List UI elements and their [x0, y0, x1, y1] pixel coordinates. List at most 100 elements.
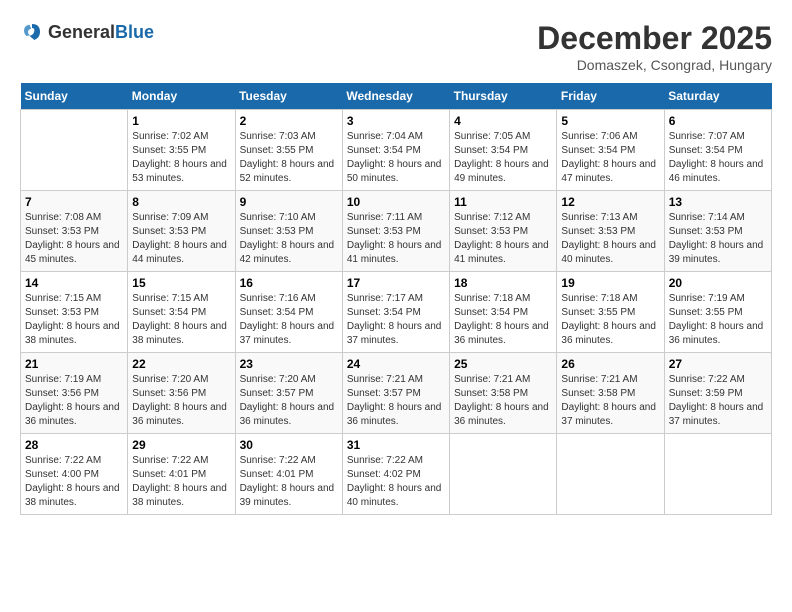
day-info: Sunrise: 7:21 AMSunset: 3:58 PMDaylight:…: [454, 373, 552, 429]
header-thursday: Thursday: [450, 83, 557, 110]
week-row-4: 21 Sunrise: 7:19 AMSunset: 3:56 PMDayligh…: [21, 353, 772, 434]
day-info: Sunrise: 7:20 AMSunset: 3:56 PMDaylight:…: [132, 373, 230, 429]
calendar-cell: 31Sunrise: 7:22 AMSunset: 4:02 PMDayligh…: [342, 434, 449, 515]
calendar-cell: 25 Sunrise: 7:21 AMSunset: 3:58 PMDayligh…: [450, 353, 557, 434]
calendar-cell: 2Sunrise: 7:03 AMSunset: 3:55 PMDaylight…: [235, 110, 342, 191]
calendar-header-row: SundayMondayTuesdayWednesdayThursdayFrid…: [21, 83, 772, 110]
day-info: Sunrise: 7:10 AMSunset: 3:53 PMDaylight:…: [240, 211, 338, 267]
calendar-cell: 12Sunrise: 7:13 AMSunset: 3:53 PMDayligh…: [557, 191, 664, 272]
location: Domaszek, Csongrad, Hungary: [537, 57, 772, 73]
day-number: 6: [669, 114, 767, 128]
calendar-cell: 13Sunrise: 7:14 AMSunset: 3:53 PMDayligh…: [664, 191, 771, 272]
header-sunday: Sunday: [21, 83, 128, 110]
calendar-cell: 24 Sunrise: 7:21 AMSunset: 3:57 PMDayligh…: [342, 353, 449, 434]
header-wednesday: Wednesday: [342, 83, 449, 110]
day-number: 28: [25, 438, 123, 452]
calendar-cell: 26 Sunrise: 7:21 AMSunset: 3:58 PMDayligh…: [557, 353, 664, 434]
calendar-cell: 3 Sunrise: 7:04 AMSunset: 3:54 PMDaylight…: [342, 110, 449, 191]
calendar-cell: [21, 110, 128, 191]
calendar-table: SundayMondayTuesdayWednesdayThursdayFrid…: [20, 83, 772, 515]
day-info: Sunrise: 7:22 AMSunset: 3:59 PMDaylight:…: [669, 373, 767, 429]
day-number: 4: [454, 114, 552, 128]
day-number: 1: [132, 114, 230, 128]
header-tuesday: Tuesday: [235, 83, 342, 110]
day-info: Sunrise: 7:16 AMSunset: 3:54 PMDaylight:…: [240, 292, 338, 348]
day-number: 20: [669, 276, 767, 290]
calendar-cell: 7 Sunrise: 7:08 AMSunset: 3:53 PMDaylight…: [21, 191, 128, 272]
day-number: 7: [25, 195, 123, 209]
calendar-cell: 4 Sunrise: 7:05 AMSunset: 3:54 PMDaylight…: [450, 110, 557, 191]
logo: GeneralBlue: [20, 20, 154, 44]
day-number: 9: [240, 195, 338, 209]
day-number: 23: [240, 357, 338, 371]
day-info: Sunrise: 7:22 AMSunset: 4:01 PMDaylight:…: [240, 454, 338, 510]
calendar-cell: 18 Sunrise: 7:18 AMSunset: 3:54 PMDayligh…: [450, 272, 557, 353]
day-number: 2: [240, 114, 338, 128]
page-header: GeneralBlue December 2025 Domaszek, Cson…: [20, 20, 772, 73]
day-info: Sunrise: 7:11 AMSunset: 3:53 PMDaylight:…: [347, 211, 445, 267]
day-number: 22: [132, 357, 230, 371]
logo-text: GeneralBlue: [48, 22, 154, 43]
day-info: Sunrise: 7:19 AMSunset: 3:55 PMDaylight:…: [669, 292, 767, 348]
title-section: December 2025 Domaszek, Csongrad, Hungar…: [537, 20, 772, 73]
calendar-cell: 23 Sunrise: 7:20 AMSunset: 3:57 PMDayligh…: [235, 353, 342, 434]
day-number: 29: [132, 438, 230, 452]
day-info: Sunrise: 7:18 AMSunset: 3:54 PMDaylight:…: [454, 292, 552, 348]
day-info: Sunrise: 7:21 AMSunset: 3:57 PMDaylight:…: [347, 373, 445, 429]
calendar-cell: 19 Sunrise: 7:18 AMSunset: 3:55 PMDayligh…: [557, 272, 664, 353]
calendar-cell: 22 Sunrise: 7:20 AMSunset: 3:56 PMDayligh…: [128, 353, 235, 434]
day-info: Sunrise: 7:19 AMSunset: 3:56 PMDaylight:…: [25, 373, 123, 429]
day-info: Sunrise: 7:15 AMSunset: 3:54 PMDaylight:…: [132, 292, 230, 348]
day-info: Sunrise: 7:14 AMSunset: 3:53 PMDaylight:…: [669, 211, 767, 267]
week-row-2: 7 Sunrise: 7:08 AMSunset: 3:53 PMDaylight…: [21, 191, 772, 272]
day-info: Sunrise: 7:13 AMSunset: 3:53 PMDaylight:…: [561, 211, 659, 267]
logo-icon: [20, 20, 44, 44]
day-info: Sunrise: 7:07 AMSunset: 3:54 PMDaylight:…: [669, 130, 767, 186]
day-info: Sunrise: 7:17 AMSunset: 3:54 PMDaylight:…: [347, 292, 445, 348]
day-info: Sunrise: 7:06 AMSunset: 3:54 PMDaylight:…: [561, 130, 659, 186]
day-info: Sunrise: 7:22 AMSunset: 4:00 PMDaylight:…: [25, 454, 123, 510]
day-info: Sunrise: 7:20 AMSunset: 3:57 PMDaylight:…: [240, 373, 338, 429]
day-info: Sunrise: 7:04 AMSunset: 3:54 PMDaylight:…: [347, 130, 445, 186]
day-number: 24: [347, 357, 445, 371]
calendar-cell: 11Sunrise: 7:12 AMSunset: 3:53 PMDayligh…: [450, 191, 557, 272]
day-number: 11: [454, 195, 552, 209]
calendar-cell: 30 Sunrise: 7:22 AMSunset: 4:01 PMDayligh…: [235, 434, 342, 515]
day-number: 8: [132, 195, 230, 209]
day-info: Sunrise: 7:08 AMSunset: 3:53 PMDaylight:…: [25, 211, 123, 267]
day-number: 30: [240, 438, 338, 452]
day-info: Sunrise: 7:18 AMSunset: 3:55 PMDaylight:…: [561, 292, 659, 348]
day-number: 15: [132, 276, 230, 290]
calendar-cell: 8 Sunrise: 7:09 AMSunset: 3:53 PMDaylight…: [128, 191, 235, 272]
calendar-cell: [664, 434, 771, 515]
calendar-cell: 29Sunrise: 7:22 AMSunset: 4:01 PMDayligh…: [128, 434, 235, 515]
calendar-cell: 15 Sunrise: 7:15 AMSunset: 3:54 PMDayligh…: [128, 272, 235, 353]
day-number: 14: [25, 276, 123, 290]
day-number: 18: [454, 276, 552, 290]
day-number: 5: [561, 114, 659, 128]
day-number: 10: [347, 195, 445, 209]
day-info: Sunrise: 7:02 AMSunset: 3:55 PMDaylight:…: [132, 130, 230, 186]
day-number: 26: [561, 357, 659, 371]
day-number: 31: [347, 438, 445, 452]
day-info: Sunrise: 7:05 AMSunset: 3:54 PMDaylight:…: [454, 130, 552, 186]
week-row-1: 1 Sunrise: 7:02 AMSunset: 3:55 PMDaylight…: [21, 110, 772, 191]
day-number: 19: [561, 276, 659, 290]
day-info: Sunrise: 7:09 AMSunset: 3:53 PMDaylight:…: [132, 211, 230, 267]
day-info: Sunrise: 7:21 AMSunset: 3:58 PMDaylight:…: [561, 373, 659, 429]
logo-general: General: [48, 22, 115, 42]
day-number: 3: [347, 114, 445, 128]
week-row-3: 14 Sunrise: 7:15 AMSunset: 3:53 PMDayligh…: [21, 272, 772, 353]
calendar-cell: 5 Sunrise: 7:06 AMSunset: 3:54 PMDaylight…: [557, 110, 664, 191]
calendar-cell: [557, 434, 664, 515]
day-number: 25: [454, 357, 552, 371]
calendar-cell: 1 Sunrise: 7:02 AMSunset: 3:55 PMDaylight…: [128, 110, 235, 191]
day-info: Sunrise: 7:15 AMSunset: 3:53 PMDaylight:…: [25, 292, 123, 348]
calendar-cell: 28 Sunrise: 7:22 AMSunset: 4:00 PMDayligh…: [21, 434, 128, 515]
calendar-cell: 6 Sunrise: 7:07 AMSunset: 3:54 PMDaylight…: [664, 110, 771, 191]
day-number: 21: [25, 357, 123, 371]
calendar-cell: 17Sunrise: 7:17 AMSunset: 3:54 PMDayligh…: [342, 272, 449, 353]
header-monday: Monday: [128, 83, 235, 110]
calendar-cell: 10 Sunrise: 7:11 AMSunset: 3:53 PMDayligh…: [342, 191, 449, 272]
calendar-cell: [450, 434, 557, 515]
